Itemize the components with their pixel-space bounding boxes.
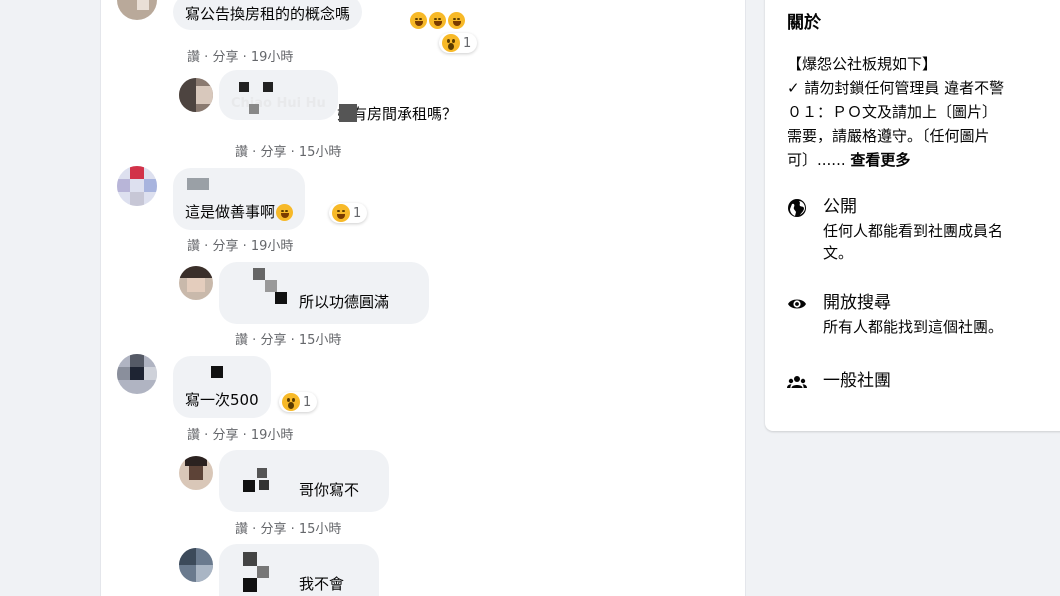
laughing-emoji-icon <box>448 12 465 29</box>
inline-emojis <box>409 12 465 29</box>
about-panel: 關於 【爆怨公社板規如下】 ✓ 請勿封鎖任何管理員 違者不警 ０１：ＰＯ文及請加… <box>765 0 1060 431</box>
visibility-title: 開放搜尋 <box>823 293 891 313</box>
comment-actions: 讚 · 分享 · 19小時 <box>187 428 294 443</box>
comment-text: 所以功德圓滿 <box>299 293 390 311</box>
comment-author[interactable] <box>231 458 377 474</box>
privacy-title: 公開 <box>823 197 857 217</box>
comment-text: 這是做善事啊 <box>185 202 294 222</box>
reaction-badge[interactable]: 1 <box>439 33 478 53</box>
like-link[interactable]: 讚 <box>187 239 200 254</box>
avatar[interactable] <box>179 548 213 582</box>
avatar[interactable] <box>179 266 213 300</box>
see-more-link[interactable]: 查看更多 <box>850 151 910 169</box>
avatar[interactable] <box>179 78 213 112</box>
visibility-description: 所有人都能找到這個社團。 <box>823 318 1004 336</box>
like-link[interactable]: 讚 <box>235 333 248 348</box>
like-link[interactable]: 讚 <box>235 145 248 160</box>
privacy-description: 任何人都能看到社團成員名 文。 <box>823 222 1004 262</box>
comment-bubble: 這是做善事啊 <box>173 168 306 230</box>
wow-emoji-icon <box>442 34 460 52</box>
comment-bubble: Chiao Hui Hu 姐有房間承租嗎？ <box>219 70 457 123</box>
laughing-emoji-icon <box>276 204 294 221</box>
laughing-emoji-icon <box>332 204 350 222</box>
comments-feed: 寫公告換房租的的概念嗎 1 讚 · 分享 · 19小時 Chiao Hui Hu… <box>100 0 746 596</box>
comment-actions: 讚 · 分享 · 19小時 <box>187 50 294 65</box>
comment-actions: 讚 · 分享 · 15小時 <box>235 145 342 160</box>
comment-actions: 讚 · 分享 · 15小時 <box>235 333 342 348</box>
reaction-badge[interactable]: 1 <box>279 392 318 412</box>
timestamp[interactable]: 19小時 <box>251 239 294 254</box>
timestamp[interactable]: 19小時 <box>251 50 294 65</box>
comment-bubble: 我不會 <box>219 544 379 596</box>
share-link[interactable]: 分享 <box>260 522 286 537</box>
laughing-emoji-icon <box>429 12 446 29</box>
avatar[interactable] <box>117 166 157 206</box>
share-link[interactable]: 分享 <box>212 428 238 443</box>
avatar[interactable] <box>117 354 157 394</box>
group-type-title: 一般社團 <box>823 371 891 391</box>
about-title: 關於 <box>787 13 821 33</box>
like-link[interactable]: 讚 <box>235 522 248 537</box>
laughing-emoji-icon <box>410 12 427 29</box>
avatar[interactable] <box>179 456 213 490</box>
timestamp[interactable]: 15小時 <box>299 333 342 348</box>
timestamp[interactable]: 19小時 <box>251 428 294 443</box>
share-link[interactable]: 分享 <box>212 50 238 65</box>
reaction-badge[interactable]: 1 <box>329 203 368 223</box>
reaction-count: 1 <box>353 205 362 221</box>
comment-author[interactable]: Chiao Hui Hu <box>231 96 326 112</box>
like-link[interactable]: 讚 <box>187 428 200 443</box>
comment-text: 哥你寫不 <box>299 481 360 499</box>
timestamp[interactable]: 15小時 <box>299 145 342 160</box>
comment-bubble: 寫一次500 <box>173 356 271 418</box>
comment-text: 寫公告換房租的的概念嗎 <box>185 5 351 23</box>
avatar[interactable] <box>117 0 157 20</box>
comment-text: 寫一次500 <box>185 391 259 409</box>
share-link[interactable]: 分享 <box>212 239 238 254</box>
share-link[interactable]: 分享 <box>260 333 286 348</box>
share-link[interactable]: 分享 <box>260 145 286 160</box>
like-link[interactable]: 讚 <box>187 50 200 65</box>
comment-bubble: 所以功德圓滿 <box>219 262 429 324</box>
wow-emoji-icon <box>282 393 300 411</box>
reaction-count: 1 <box>463 35 472 51</box>
reaction-count: 1 <box>303 394 312 410</box>
timestamp[interactable]: 15小時 <box>299 522 342 537</box>
group-rules-text: 【爆怨公社板規如下】 ✓ 請勿封鎖任何管理員 違者不警 ０１：ＰＯ文及請加上〔圖… <box>787 55 1005 169</box>
comment-bubble: 哥你寫不 <box>219 450 389 512</box>
globe-icon <box>788 199 806 217</box>
people-icon <box>787 376 807 388</box>
comment-text: 我不會 <box>299 575 345 593</box>
comment-actions: 讚 · 分享 · 19小時 <box>187 239 294 254</box>
comment-bubble: 寫公告換房租的的概念嗎 <box>173 0 363 30</box>
eye-icon <box>788 299 806 309</box>
comment-actions: 讚 · 分享 · 15小時 <box>235 522 342 537</box>
